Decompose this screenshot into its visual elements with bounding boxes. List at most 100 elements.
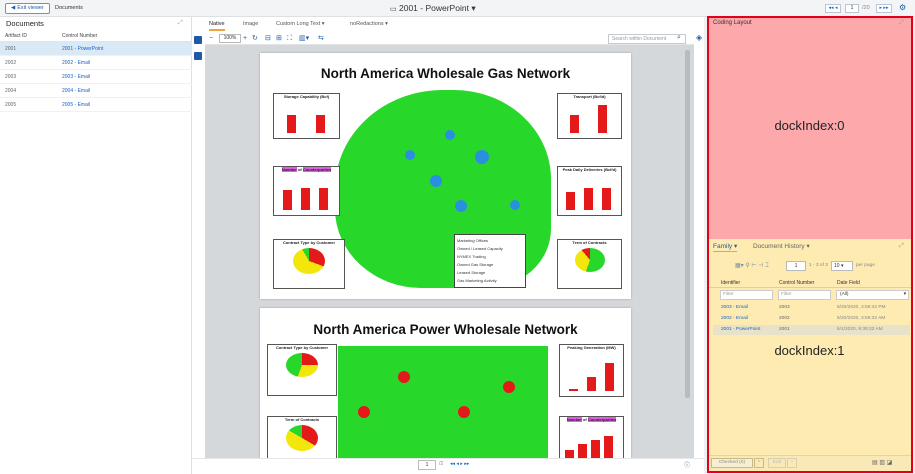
search-placeholder: Search within Document bbox=[612, 36, 667, 42]
peak-title: Peak Daily Deliveries (Bcf/d) bbox=[562, 167, 617, 172]
pane-toggle-icon[interactable] bbox=[194, 36, 202, 44]
artifact-id-cell: 2003 bbox=[5, 74, 17, 80]
legend-item: Leased Storage bbox=[457, 270, 486, 275]
viewer-scrollbar[interactable] bbox=[685, 50, 690, 398]
chevron-down-icon: ▾ bbox=[321, 21, 325, 27]
slide-title: North America Power Wholesale Network bbox=[313, 322, 578, 337]
arrow-left-icon: ◀ bbox=[11, 5, 16, 11]
artifact-id-cell: 2002 bbox=[5, 60, 17, 66]
peaking-title: Peaking Generation (MW) bbox=[567, 345, 616, 350]
zoom-level-input[interactable]: 100% bbox=[219, 34, 241, 43]
fit-page-icon[interactable]: ⊞ bbox=[276, 33, 282, 45]
power-term-contracts-pie: Term of Contracts bbox=[267, 416, 337, 458]
term-contracts-pie: Term of Contracts bbox=[557, 239, 622, 289]
page-nav-buttons[interactable]: ◂◂ ◂ ▸ ▸▸ bbox=[450, 461, 469, 467]
search-document-input[interactable]: Search within Document bbox=[608, 34, 686, 44]
documents-panel-title: Documents bbox=[6, 19, 44, 28]
control-number-link[interactable]: 2005 - Email bbox=[62, 98, 90, 112]
dock-highlight-frame bbox=[707, 16, 913, 473]
peaking-generation-chart: Peaking Generation (MW) bbox=[559, 344, 624, 397]
legend-item: Owned Gas Storage bbox=[457, 262, 494, 267]
legend-item: Gas Marketing Activity bbox=[457, 278, 497, 283]
document-page-input[interactable]: 1 bbox=[845, 4, 859, 13]
fit-width-icon[interactable]: ⊟ bbox=[265, 33, 271, 45]
transport-title: Transport (Bcf/d) bbox=[573, 94, 606, 99]
layers-icon[interactable]: ◈ bbox=[696, 33, 702, 42]
tab-noredactions[interactable]: noRedactions ▾ bbox=[350, 17, 388, 31]
document-canvas: North America Wholesale Gas Network Stor… bbox=[205, 45, 694, 458]
first-prev-document-buttons[interactable]: ◂◂ ◂ bbox=[825, 4, 841, 13]
counterparties-title-part: Counterparties bbox=[302, 167, 332, 172]
zoom-out-icon[interactable]: − bbox=[209, 33, 213, 45]
legend-item: NYMEX Trading bbox=[457, 254, 486, 259]
page-input[interactable]: 1 bbox=[418, 460, 436, 470]
document-row[interactable]: 2002 2002 - Email bbox=[0, 56, 192, 70]
storage-title: Storage Capability (Bcf) bbox=[283, 94, 330, 99]
contract-type-pie: Contract Type by Customer bbox=[273, 239, 345, 289]
power-counterparties-title-part: Counterparties bbox=[587, 417, 617, 422]
viewer-footer bbox=[192, 458, 704, 474]
counterparties-title: Number of Counterparties bbox=[274, 167, 339, 172]
power-counterparties-title-part: of bbox=[581, 417, 588, 422]
document-row[interactable]: 2001 2001 - PowerPoint bbox=[0, 42, 192, 56]
slide-power: North America Power Wholesale Network Co… bbox=[260, 308, 631, 458]
control-number-header[interactable]: Control Number bbox=[62, 31, 97, 42]
legend-item: Owned / Leased Capacity bbox=[457, 246, 503, 251]
exit-viewer-label: Exit viewer bbox=[17, 5, 44, 11]
page-total: /2 bbox=[439, 461, 444, 467]
power-contract-type-pie: Contract Type by Customer bbox=[267, 344, 337, 396]
document-row[interactable]: 2003 2003 - Email bbox=[0, 70, 192, 84]
settings-gear-icon[interactable]: ⚙ bbox=[899, 3, 906, 12]
document-title-selector[interactable]: ▭ 2001 - PowerPoint ▾ bbox=[390, 0, 476, 18]
page-layout-icon[interactable]: ▥▾ bbox=[299, 33, 309, 45]
artifact-id-cell: 2004 bbox=[5, 88, 17, 94]
document-title: 2001 - PowerPoint bbox=[399, 3, 469, 13]
legend-item: Marketing Offices bbox=[457, 238, 489, 243]
document-page-total: /20 bbox=[862, 5, 870, 11]
chevron-down-icon: ▾ bbox=[471, 3, 476, 13]
tab-noredactions-label: noRedactions bbox=[350, 21, 384, 27]
artifact-id-header[interactable]: Artifact ID bbox=[5, 31, 27, 42]
counterparties-title-part: Number bbox=[281, 167, 297, 172]
artifact-id-cell: 2001 bbox=[5, 46, 17, 52]
power-counterparties-title-part: Number bbox=[566, 417, 582, 422]
file-icon: ▭ bbox=[390, 6, 397, 13]
power-term-title: Term of Contracts bbox=[284, 417, 320, 422]
slide-gas: North America Wholesale Gas Network Stor… bbox=[260, 53, 631, 299]
control-number-link[interactable]: 2004 - Email bbox=[62, 84, 90, 98]
expand-icon[interactable]: ⤢ bbox=[178, 20, 183, 27]
chevron-down-icon: ▾ bbox=[385, 21, 388, 27]
exit-viewer-button[interactable]: ◀ Exit viewer bbox=[5, 3, 50, 14]
rotate-icon[interactable]: ↻ bbox=[252, 33, 258, 45]
breadcrumb[interactable]: Documents bbox=[55, 0, 83, 17]
power-network-map bbox=[338, 346, 548, 458]
control-number-link[interactable]: 2002 - Email bbox=[62, 56, 90, 70]
info-icon[interactable]: ⓘ bbox=[684, 460, 690, 469]
documents-header-row: Artifact ID Control Number bbox=[0, 31, 192, 42]
thumbnail-icon[interactable] bbox=[194, 52, 202, 60]
slide-title: North America Wholesale Gas Network bbox=[320, 66, 571, 81]
counterparties-chart: Number of Counterparties bbox=[273, 166, 340, 216]
artifact-id-cell: 2005 bbox=[5, 102, 17, 108]
next-last-document-buttons[interactable]: ▸ ▸▸ bbox=[876, 4, 892, 13]
tab-custom-long-text-label: Custom Long Text bbox=[276, 21, 321, 27]
term-title: Term of Contracts bbox=[572, 240, 607, 245]
document-row[interactable]: 2004 2004 - Email bbox=[0, 84, 192, 98]
power-counterparties-title: Number of Counterparties bbox=[560, 417, 623, 422]
counterparties-title-part: of bbox=[296, 167, 303, 172]
control-number-link[interactable]: 2003 - Email bbox=[62, 70, 90, 84]
tab-custom-long-text[interactable]: Custom Long Text ▾ bbox=[276, 17, 325, 31]
peak-deliveries-chart: Peak Daily Deliveries (Bcf/d) bbox=[557, 166, 622, 216]
control-number-link[interactable]: 2001 - PowerPoint bbox=[62, 42, 103, 56]
compare-icon[interactable]: ⇆ bbox=[318, 33, 324, 45]
power-counterparties-chart: Number of Counterparties bbox=[559, 416, 624, 458]
zoom-in-icon[interactable]: + bbox=[243, 33, 247, 45]
fullscreen-icon[interactable]: ⛶ bbox=[287, 33, 292, 45]
storage-capability-chart: Storage Capability (Bcf) bbox=[273, 93, 340, 139]
power-contract-type-title: Contract Type by Customer bbox=[275, 345, 329, 350]
tab-native[interactable]: Native bbox=[209, 17, 225, 31]
search-icon[interactable]: ⌕ bbox=[677, 34, 681, 42]
document-row[interactable]: 2005 2005 - Email bbox=[0, 98, 192, 112]
tab-image[interactable]: Image bbox=[243, 17, 258, 31]
transport-chart: Transport (Bcf/d) bbox=[557, 93, 622, 139]
